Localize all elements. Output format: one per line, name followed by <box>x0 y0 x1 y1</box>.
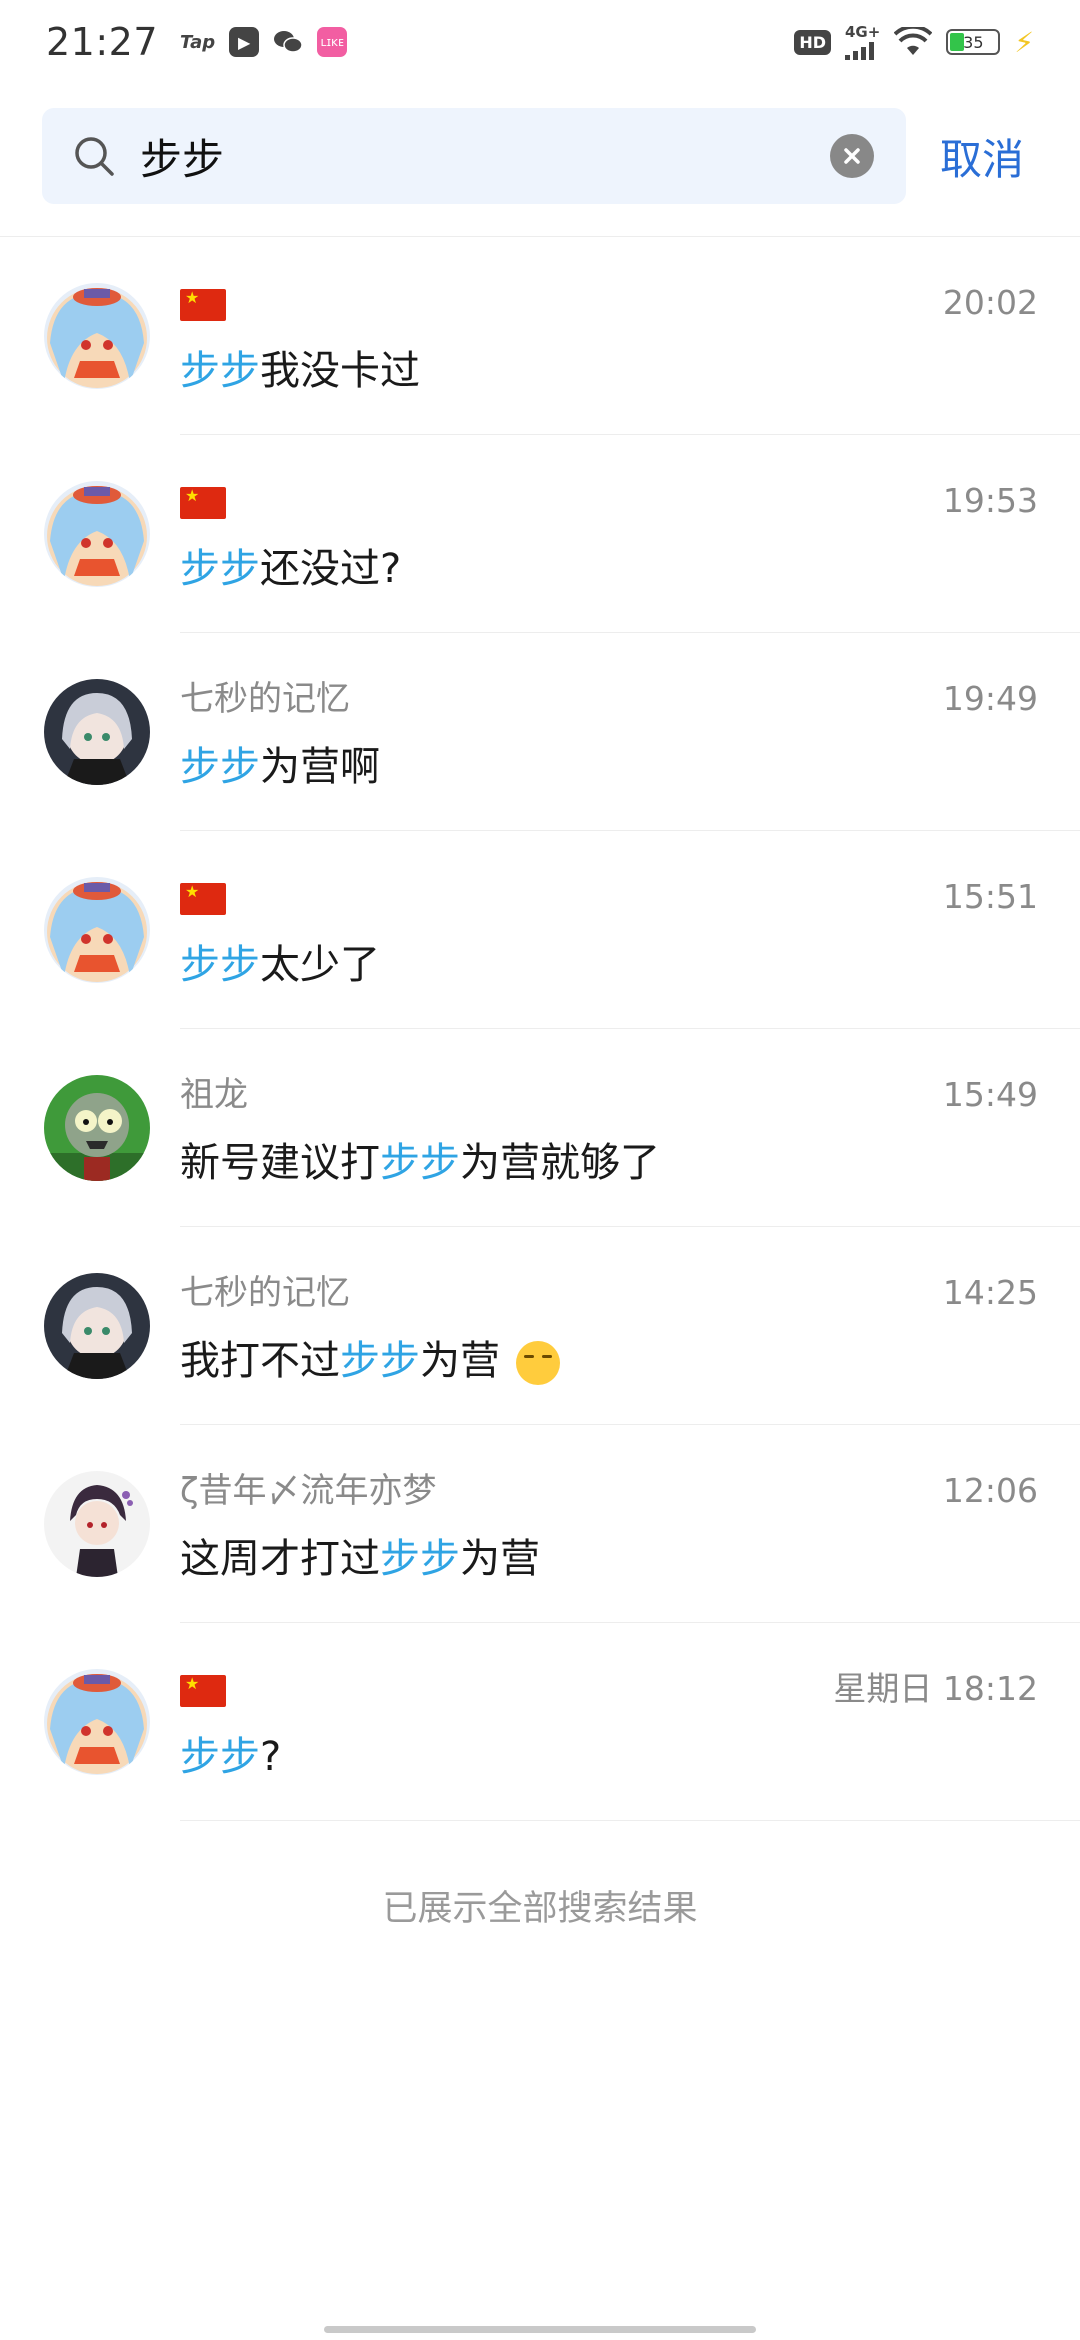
avatar[interactable] <box>44 877 150 983</box>
search-highlight: 步步 <box>180 744 260 790</box>
sender-name <box>180 1665 226 1713</box>
message-time: 12:06 <box>942 1471 1038 1510</box>
hd-icon: HD <box>794 29 831 55</box>
search-result-list: 20:02 步步我没卡过 19:53 步步还没过? 七秒的记忆 19:49 步步… <box>0 237 1080 1821</box>
search-highlight: 步步 <box>380 1140 460 1186</box>
avatar[interactable] <box>44 1471 150 1577</box>
sender-name: 祖龙 <box>180 1075 248 1115</box>
clear-icon[interactable] <box>830 134 874 178</box>
result-item[interactable]: 20:02 步步我没卡过 <box>0 237 1080 435</box>
result-item[interactable]: 七秒的记忆 19:49 步步为营啊 <box>0 633 1080 831</box>
divider <box>180 1820 1080 1821</box>
avatar[interactable] <box>44 283 150 389</box>
cellular-signal-icon: 4G+ <box>845 24 880 60</box>
search-highlight: 步步 <box>380 1536 460 1582</box>
play-icon: ▶ <box>229 27 260 57</box>
message-preview: 新号建议打步步为营就够了 <box>180 1140 660 1186</box>
result-item[interactable]: 19:53 步步还没过? <box>0 435 1080 633</box>
wechat-icon <box>273 27 303 57</box>
system-indicators: HD 4G+ 35 ⚡ <box>794 24 1034 60</box>
message-time: 19:49 <box>942 679 1038 718</box>
message-preview: 步步还没过? <box>180 546 402 592</box>
charging-icon: ⚡ <box>1014 25 1034 59</box>
message-preview: 步步? <box>180 1734 282 1780</box>
avatar[interactable] <box>44 481 150 587</box>
message-time: 14:25 <box>942 1273 1038 1312</box>
notification-icons: Tap ▶ ʟɪᴋᴇ <box>180 27 348 57</box>
cancel-button[interactable]: 取消 <box>940 108 1024 204</box>
sender-name <box>180 873 226 921</box>
search-query[interactable]: 步步 <box>140 126 830 187</box>
message-time: 20:02 <box>942 283 1038 322</box>
avatar[interactable] <box>44 1075 150 1181</box>
china-flag-icon <box>180 486 226 519</box>
status-time: 21:27 <box>46 20 159 64</box>
result-item[interactable]: 祖龙 15:49 新号建议打步步为营就够了 <box>0 1029 1080 1227</box>
message-preview: 步步太少了 <box>180 942 380 988</box>
avatar[interactable] <box>44 679 150 785</box>
sender-name: 七秒的记忆 <box>180 1273 350 1313</box>
message-preview: 步步为营啊 <box>180 744 380 790</box>
message-preview: 我打不过步步为营 <box>180 1333 560 1389</box>
message-time: 15:51 <box>942 877 1038 916</box>
sender-name <box>180 477 226 525</box>
result-item[interactable]: 15:51 步步太少了 <box>0 831 1080 1029</box>
home-indicator[interactable] <box>324 2326 756 2333</box>
search-icon <box>75 137 114 176</box>
search-highlight: 步步 <box>180 546 260 592</box>
result-item[interactable]: 七秒的记忆 14:25 我打不过步步为营 <box>0 1227 1080 1425</box>
china-flag-icon <box>180 288 226 321</box>
sender-name <box>180 279 226 327</box>
message-preview: 这周才打过步步为营 <box>180 1536 540 1582</box>
status-bar: 21:27 Tap ▶ ʟɪᴋᴇ HD 4G+ 35 ⚡ <box>0 0 1080 84</box>
avatar[interactable] <box>44 1669 150 1775</box>
sender-name: ζ昔年〆流年亦梦 <box>180 1471 437 1511</box>
search-highlight: 步步 <box>340 1338 420 1384</box>
result-item[interactable]: ζ昔年〆流年亦梦 12:06 这周才打过步步为营 <box>0 1425 1080 1623</box>
message-time: 19:53 <box>942 481 1038 520</box>
end-of-results-note: 已展示全部搜索结果 <box>382 1889 698 1929</box>
screen: 21:27 Tap ▶ ʟɪᴋᴇ HD 4G+ 35 ⚡ 步步 取消 ★ 20:… <box>0 0 1080 2340</box>
result-item[interactable]: 星期日 18:12 步步? <box>0 1623 1080 1821</box>
message-time: 15:49 <box>942 1075 1038 1114</box>
crying-face-emoji-icon <box>516 1341 560 1385</box>
search-header: 步步 取消 <box>0 108 1080 204</box>
china-flag-icon <box>180 882 226 915</box>
china-flag-icon <box>180 1674 226 1707</box>
wifi-icon <box>894 27 933 55</box>
taptap-icon: Tap <box>180 31 216 53</box>
sender-name: 七秒的记忆 <box>180 679 350 719</box>
search-highlight: 步步 <box>180 1734 260 1780</box>
app-notification-icon: ʟɪᴋᴇ <box>317 27 348 57</box>
message-time: 星期日 18:12 <box>833 1669 1038 1708</box>
message-preview: 步步我没卡过 <box>180 348 420 394</box>
search-input[interactable]: 步步 <box>42 108 906 204</box>
search-highlight: 步步 <box>180 348 260 394</box>
battery-icon: 35 <box>946 29 1001 55</box>
search-highlight: 步步 <box>180 942 260 988</box>
avatar[interactable] <box>44 1273 150 1379</box>
